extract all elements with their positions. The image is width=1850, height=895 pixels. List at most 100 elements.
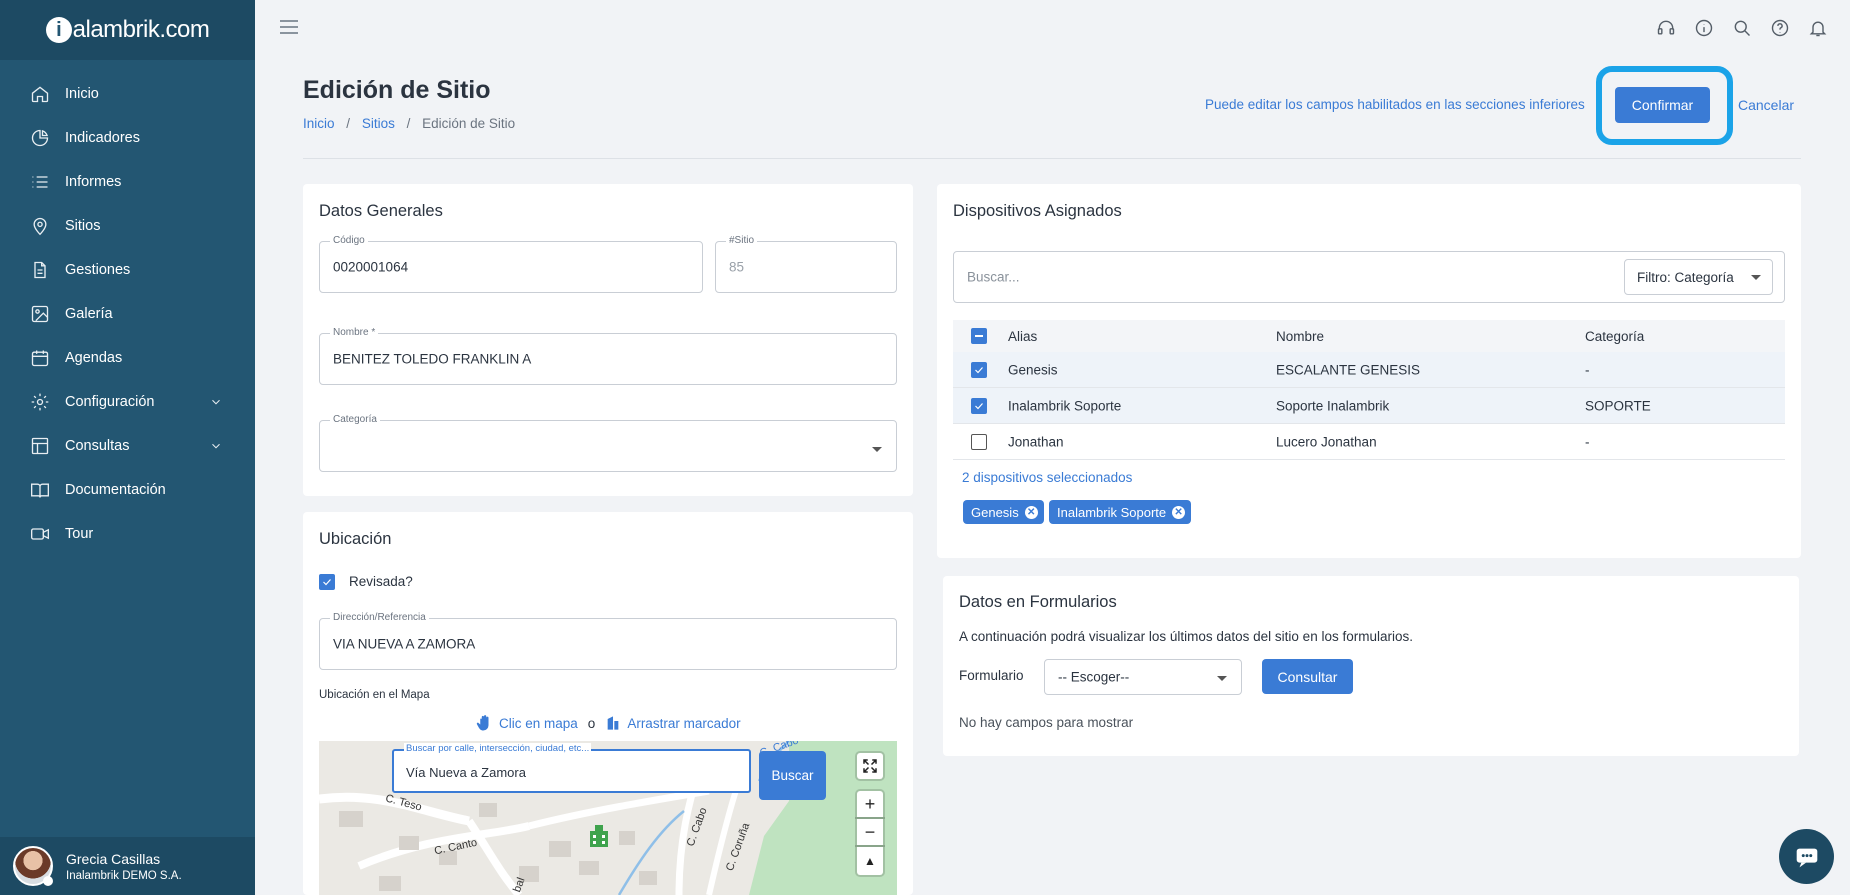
breadcrumb-sitios[interactable]: Sitios <box>362 116 395 131</box>
sidebar-item-sitios[interactable]: Sitios <box>0 204 255 248</box>
clic-en-mapa-link[interactable]: Clic en mapa <box>499 716 578 731</box>
formularios-card: Datos en Formularios A continuación podr… <box>943 576 1799 756</box>
table-row[interactable]: Jonathan Lucero Jonathan - <box>953 424 1785 460</box>
field-value: BENITEZ TOLEDO FRANKLIN A <box>333 351 532 367</box>
column-header[interactable]: Nombre <box>1276 329 1324 344</box>
row-checkbox[interactable] <box>971 362 987 378</box>
chip-label: Inalambrik Soporte <box>1057 504 1167 520</box>
formulario-select[interactable]: -- Escoger-- <box>1044 659 1242 695</box>
remove-chip-icon[interactable]: ✕ <box>1024 505 1038 519</box>
map-search-button[interactable]: Buscar <box>759 751 826 800</box>
pie-chart-icon <box>30 128 50 148</box>
sidebar-item-agendas[interactable]: Agendas <box>0 336 255 380</box>
selected-count-link[interactable]: 2 dispositivos seleccionados <box>962 470 1132 485</box>
field-value: 0020001064 <box>333 259 409 275</box>
calendar-icon <box>30 348 50 368</box>
sidebar-item-label: Consultas <box>65 438 130 454</box>
consultar-button[interactable]: Consultar <box>1262 659 1353 694</box>
chat-widget-button[interactable] <box>1779 829 1834 884</box>
chevron-down-icon <box>209 439 223 457</box>
card-title: Datos Generales <box>319 202 443 220</box>
app-logo[interactable]: i alambrik.com <box>0 0 255 60</box>
user-profile[interactable]: Grecia Casillas Inalambrik DEMO S.A. <box>0 837 255 895</box>
search-placeholder: Buscar... <box>967 269 1020 285</box>
search-icon[interactable] <box>1732 18 1752 38</box>
map-mode-options: Clic en mapa o Arrastrar marcador <box>475 714 741 732</box>
menu-toggle-icon[interactable] <box>280 20 298 34</box>
sidebar-item-label: Inicio <box>65 86 99 102</box>
sidebar-item-label: Sitios <box>65 218 101 234</box>
sidebar-item-galeria[interactable]: Galería <box>0 292 255 336</box>
formularios-description: A continuación podrá visualizar los últi… <box>959 629 1413 644</box>
info-icon[interactable] <box>1694 18 1714 38</box>
sidebar-item-label: Agendas <box>65 350 123 366</box>
home-icon <box>30 84 50 104</box>
direccion-field[interactable]: Dirección/Referencia VIA NUEVA A ZAMORA <box>319 612 897 670</box>
formulario-label: Formulario <box>959 668 1024 683</box>
remove-chip-icon[interactable]: ✕ <box>1172 505 1186 519</box>
sidebar-item-label: Indicadores <box>65 130 140 146</box>
video-icon <box>30 524 50 544</box>
sidebar-item-label: Galería <box>65 306 113 322</box>
zoom-in-icon[interactable]: + <box>857 791 883 817</box>
sidebar-item-tour[interactable]: Tour <box>0 512 255 556</box>
selected-chip: Genesis ✕ <box>963 500 1044 524</box>
field-label: #Sitio <box>726 235 758 246</box>
revisada-checkbox[interactable] <box>319 574 335 590</box>
chevron-down-icon <box>209 395 223 413</box>
device-search-input[interactable]: Buscar... Filtro: Categoría <box>953 251 1785 303</box>
codigo-field[interactable]: Código 0020001064 <box>319 235 703 293</box>
hand-icon <box>475 714 493 732</box>
cell-alias: Jonathan <box>1008 434 1064 449</box>
user-org: Inalambrik DEMO S.A. <box>66 869 182 882</box>
field-label: Categoría <box>330 414 380 425</box>
nombre-field[interactable]: Nombre * BENITEZ TOLEDO FRANKLIN A <box>319 327 897 385</box>
field-label: Dirección/Referencia <box>330 612 429 623</box>
location-map[interactable]: C. Teso C. Canto C. Cabo C. Coruña C. Ca… <box>319 741 897 895</box>
sidebar-item-indicadores[interactable]: Indicadores <box>0 116 255 160</box>
datos-generales-card: Datos Generales Código 0020001064 #Sitio… <box>303 184 913 496</box>
confirm-button[interactable]: Confirmar <box>1615 87 1710 123</box>
caret-down-icon <box>872 447 882 452</box>
help-icon[interactable] <box>1770 18 1790 38</box>
image-icon <box>30 304 50 324</box>
edit-hint: Puede editar los campos habilitados en l… <box>1205 97 1585 112</box>
card-title: Dispositivos Asignados <box>953 202 1122 220</box>
sidebar-item-configuracion[interactable]: Configuración <box>0 380 255 424</box>
sidebar-item-label: Gestiones <box>65 262 131 278</box>
row-checkbox[interactable] <box>971 434 987 450</box>
column-header[interactable]: Alias <box>1008 329 1037 344</box>
bell-icon[interactable] <box>1808 18 1828 38</box>
sidebar-item-inicio[interactable]: Inicio <box>0 72 255 116</box>
logo-mark: i <box>45 17 72 43</box>
column-header[interactable]: Categoría <box>1585 329 1644 344</box>
sidebar-item-gestiones[interactable]: Gestiones <box>0 248 255 292</box>
user-name: Grecia Casillas <box>66 850 161 867</box>
categoria-select[interactable]: Categoría <box>319 414 897 472</box>
cell-categoria: SOPORTE <box>1585 398 1651 413</box>
sidebar-item-informes[interactable]: Informes <box>0 160 255 204</box>
select-all-checkbox[interactable] <box>971 328 987 344</box>
arrastrar-marcador-link[interactable]: Arrastrar marcador <box>627 716 740 731</box>
support-headset-icon[interactable] <box>1656 18 1676 38</box>
cell-nombre: Lucero Jonathan <box>1276 434 1377 449</box>
compass-icon[interactable]: ▲ <box>857 847 883 875</box>
sidebar: i alambrik.com Inicio Indicadores Inform… <box>0 0 255 895</box>
sidebar-item-label: Tour <box>65 526 94 542</box>
cell-nombre: Soporte Inalambrik <box>1276 398 1390 413</box>
chat-icon <box>1796 848 1817 867</box>
fullscreen-icon[interactable] <box>857 753 883 779</box>
breadcrumb-inicio[interactable]: Inicio <box>303 116 335 131</box>
category-filter-select[interactable]: Filtro: Categoría <box>1624 259 1773 295</box>
caret-down-icon <box>1751 275 1761 280</box>
sidebar-item-documentacion[interactable]: Documentación <box>0 468 255 512</box>
cell-alias: Genesis <box>1008 362 1058 377</box>
zoom-out-icon[interactable]: − <box>857 819 883 845</box>
table-row[interactable]: Genesis ESCALANTE GENESIS - <box>953 352 1785 388</box>
table-row[interactable]: Inalambrik Soporte Soporte Inalambrik SO… <box>953 388 1785 424</box>
sidebar-item-consultas[interactable]: Consultas <box>0 424 255 468</box>
cancel-link[interactable]: Cancelar <box>1738 97 1794 113</box>
building-icon <box>605 715 621 731</box>
map-search-input[interactable]: Buscar por calle, intersección, ciudad, … <box>392 743 751 793</box>
row-checkbox[interactable] <box>971 398 987 414</box>
